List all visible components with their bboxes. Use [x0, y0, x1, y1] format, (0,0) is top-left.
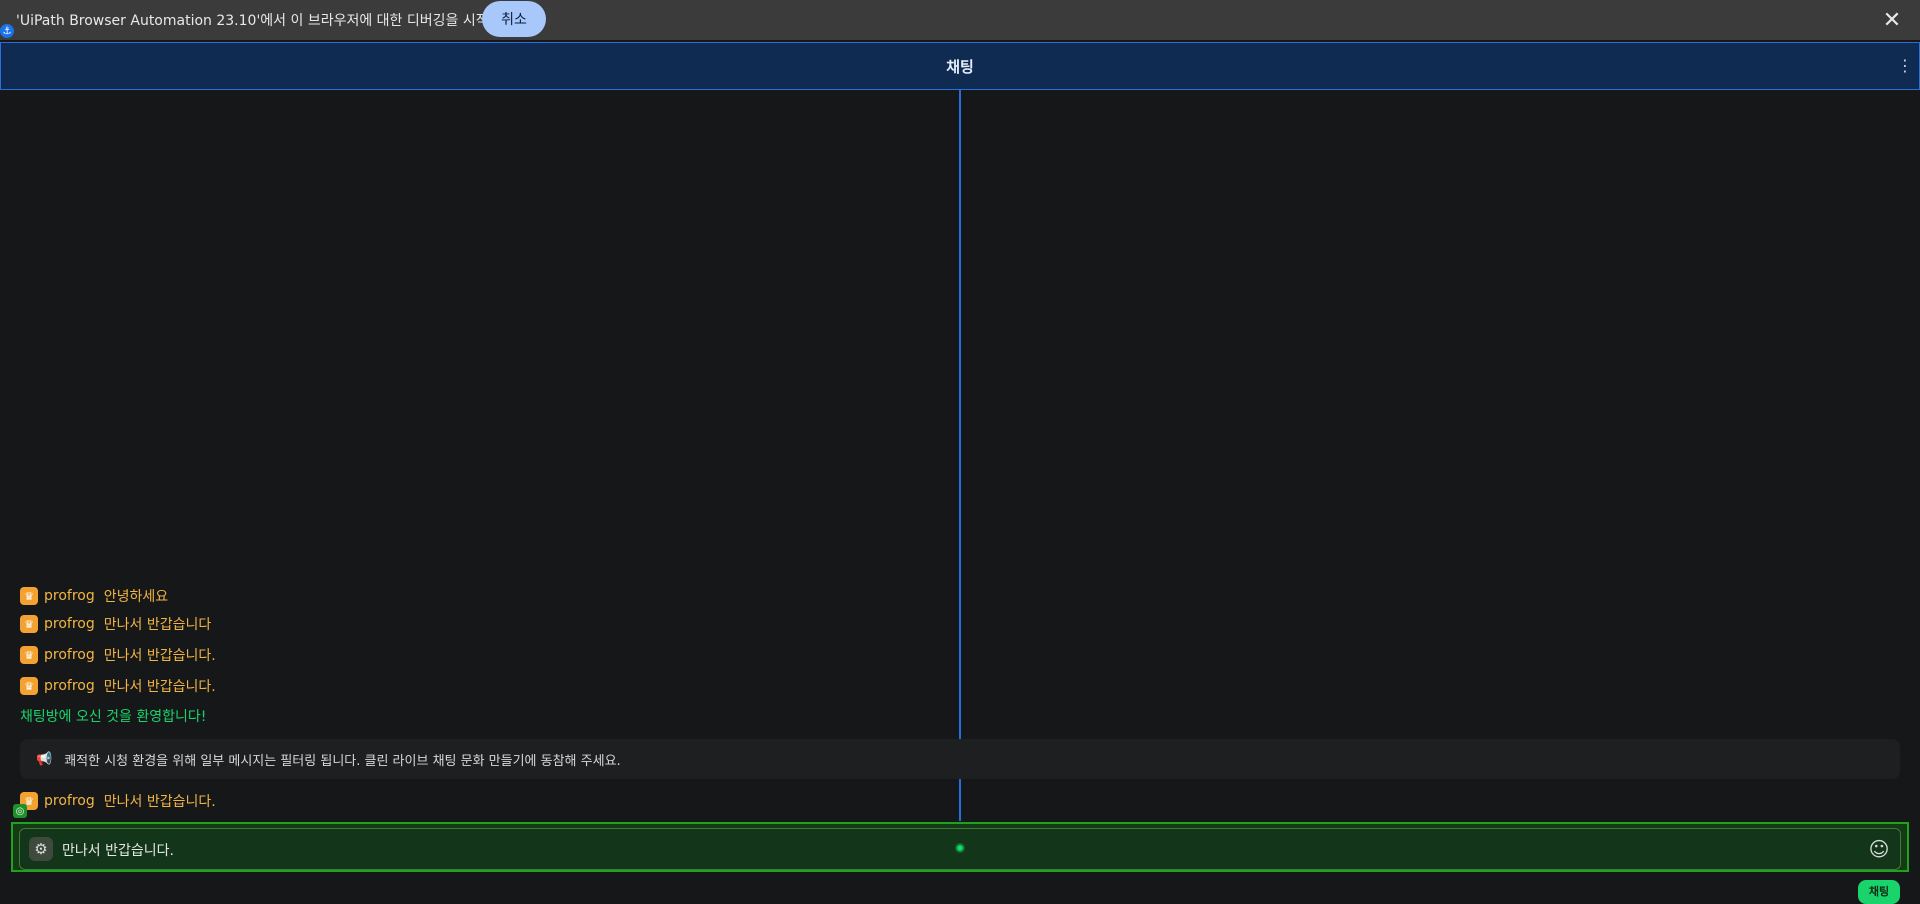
crown-icon: ♛	[20, 615, 38, 633]
chat-username[interactable]: profrog	[44, 588, 95, 604]
crown-icon: ♛	[20, 677, 38, 695]
chat-username[interactable]: profrog	[44, 678, 95, 694]
target-marker-icon: ◎	[13, 804, 27, 818]
chat-message: ♛ profrog 만나서 반갑습니다.	[20, 676, 216, 696]
gear-icon[interactable]: ⚙	[29, 837, 53, 861]
cancel-debug-button[interactable]: 취소	[482, 1, 546, 37]
megaphone-icon: 📢	[36, 751, 53, 767]
chat-message: ♛ profrog 만나서 반갑습니다	[20, 614, 211, 634]
welcome-message: 채팅방에 오신 것을 환영합니다!	[20, 709, 207, 725]
filter-notice: 📢 쾌적한 시청 환경을 위해 일부 메시지는 필터링 됩니다. 클린 라이브 …	[20, 739, 1900, 779]
debug-banner: 'UiPath Browser Automation 23.10'에서 이 브라…	[0, 0, 1920, 40]
page-title: 채팅	[946, 57, 974, 76]
crown-icon: ♛	[20, 646, 38, 664]
chat-message-text: 만나서 반갑습니다	[103, 617, 212, 633]
more-options-icon[interactable]: ⋮	[1897, 55, 1913, 77]
emoji-icon[interactable]: ☺	[1866, 836, 1892, 862]
chat-message-text: 만나서 반갑습니다.	[103, 794, 216, 810]
send-chat-button[interactable]: 채팅	[1858, 880, 1900, 904]
crown-icon: ♛	[20, 587, 38, 605]
highlight-divider	[959, 89, 961, 821]
chat-header: 채팅 ⋮	[0, 42, 1920, 90]
chat-message: ♛ profrog 안녕하세요	[20, 586, 168, 606]
chat-message-text: 만나서 반갑습니다.	[103, 679, 216, 695]
chat-message: ♛ profrog 만나서 반갑습니다.	[20, 645, 216, 665]
anchor-icon: ⚓	[0, 24, 14, 38]
debug-banner-text: 'UiPath Browser Automation 23.10'에서 이 브라…	[16, 13, 502, 29]
chat-message-text: 안녕하세요	[103, 589, 169, 605]
chat-username[interactable]: profrog	[44, 616, 95, 632]
chat-username[interactable]: profrog	[44, 647, 95, 663]
target-point-icon	[955, 843, 965, 853]
chat-message: ♛ profrog 만나서 반갑습니다.	[20, 791, 216, 811]
close-icon[interactable]: ✕	[1878, 6, 1906, 34]
filter-notice-text: 쾌적한 시청 환경을 위해 일부 메시지는 필터링 됩니다. 클린 라이브 채팅…	[64, 753, 621, 769]
chat-message-text: 만나서 반갑습니다.	[103, 648, 216, 664]
chat-username[interactable]: profrog	[44, 793, 95, 809]
